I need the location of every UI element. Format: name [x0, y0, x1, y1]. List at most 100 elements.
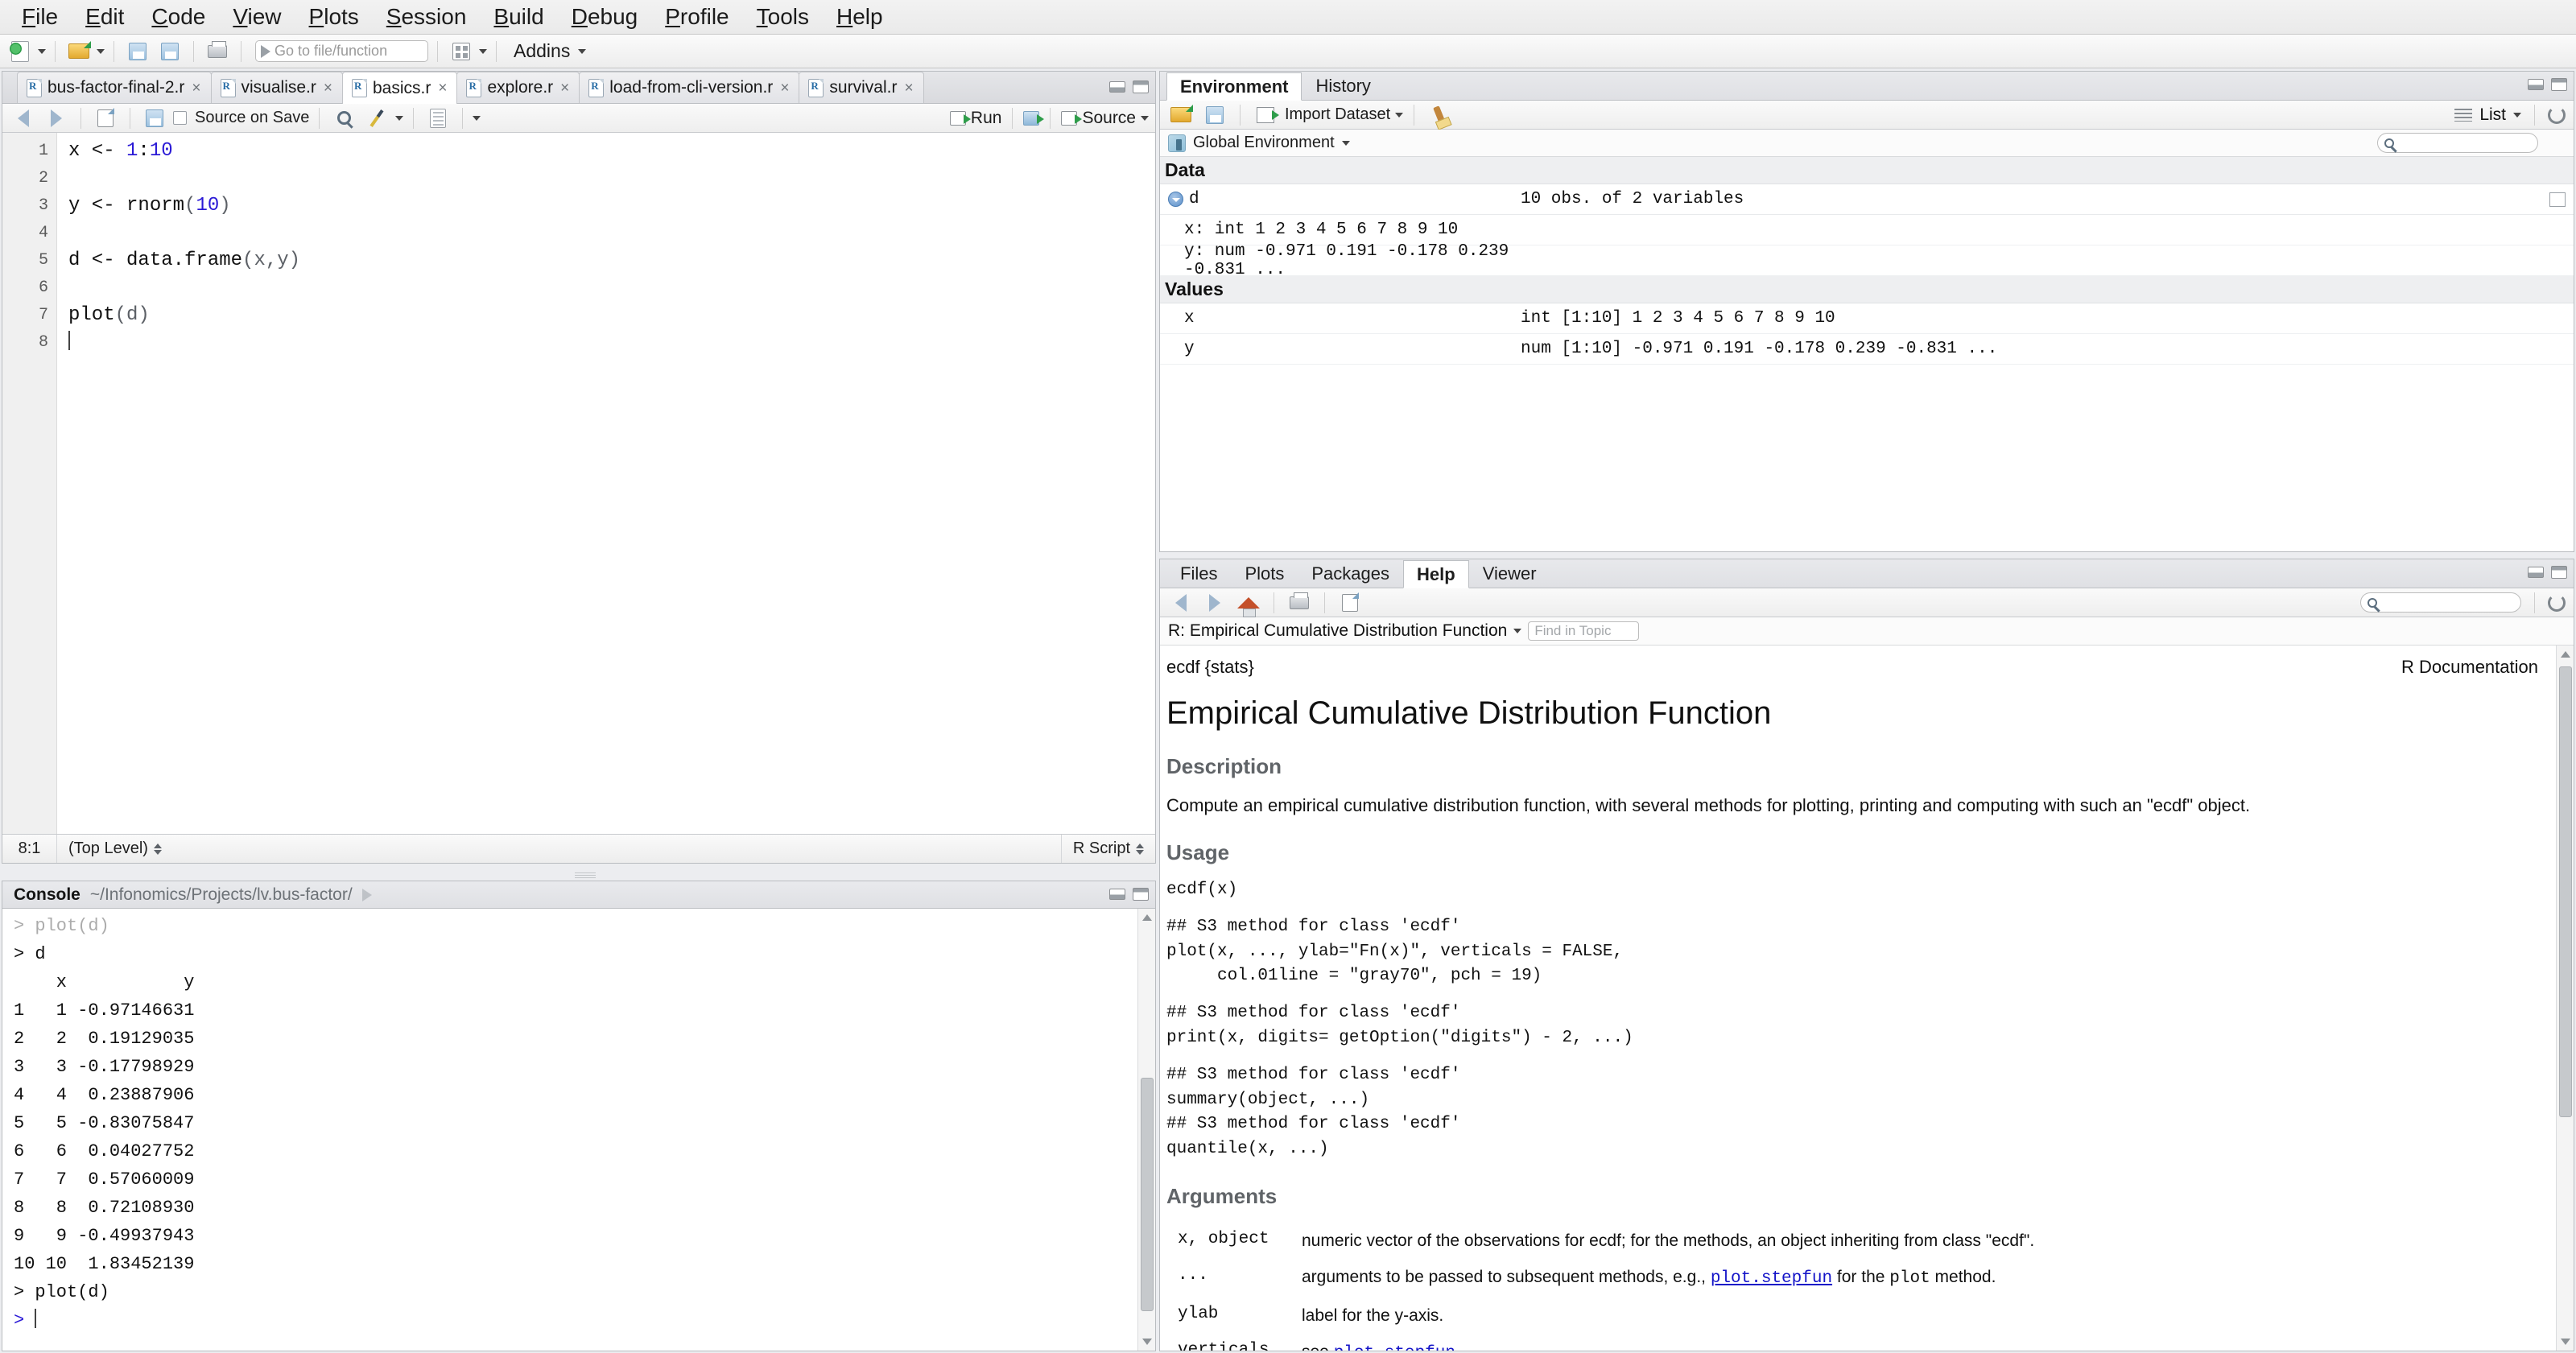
scope-selector[interactable]: (Top Level) — [57, 835, 173, 863]
help-forward-button[interactable] — [1200, 590, 1229, 616]
scope-chevron-down-icon[interactable] — [1341, 140, 1350, 146]
source-button-label[interactable]: Source — [1082, 109, 1136, 128]
menu-item-code[interactable]: Code — [138, 4, 219, 30]
find-in-topic-input[interactable]: Find in Topic — [1528, 621, 1640, 641]
minimize-icon[interactable] — [1109, 81, 1125, 93]
tab-help[interactable]: Help — [1403, 560, 1469, 588]
menu-item-file[interactable]: File — [8, 4, 72, 30]
refresh-icon[interactable] — [2548, 105, 2566, 124]
save-all-button[interactable] — [155, 39, 184, 64]
new-file-button[interactable] — [6, 39, 35, 64]
addins-chevron-down-icon[interactable] — [578, 48, 587, 54]
forward-button[interactable] — [42, 105, 71, 131]
open-chevron-down-icon[interactable] — [97, 48, 105, 54]
source-tab-explore[interactable]: explore.r × — [456, 72, 580, 103]
refresh-icon[interactable] — [2548, 593, 2566, 612]
environment-row[interactable]: y num [1:10] -0.971 0.191 -0.178 0.239 -0… — [1160, 334, 2574, 365]
menu-item-build[interactable]: Build — [480, 4, 557, 30]
tab-plots[interactable]: Plots — [1231, 559, 1298, 588]
tab-history[interactable]: History — [1302, 72, 1384, 100]
workspace-panes-button[interactable] — [447, 39, 476, 64]
run-button-label[interactable]: Run — [971, 109, 1002, 128]
maximize-icon[interactable] — [2551, 566, 2567, 579]
environment-row[interactable]: x: int 1 2 3 4 5 6 7 8 9 10 — [1160, 215, 2574, 245]
close-icon[interactable]: × — [778, 80, 789, 96]
help-back-button[interactable] — [1166, 590, 1195, 616]
list-chevron-down-icon[interactable] — [2513, 112, 2521, 118]
view-dataframe-icon[interactable] — [2549, 192, 2566, 207]
expand-collapse-icon[interactable] — [1168, 192, 1183, 207]
scroll-down-icon[interactable] — [2561, 1339, 2570, 1345]
show-in-new-window-button[interactable] — [91, 105, 120, 131]
tab-environment[interactable]: Environment — [1166, 72, 1302, 101]
source-chevron-down-icon[interactable] — [1141, 115, 1149, 121]
code-tools-button[interactable] — [362, 105, 391, 131]
close-icon[interactable]: × — [902, 80, 913, 96]
compile-report-button[interactable] — [423, 105, 452, 131]
new-file-chevron-down-icon[interactable] — [38, 48, 46, 54]
source-tab-load-from-cli-version[interactable]: load-from-cli-version.r × — [579, 72, 800, 103]
load-workspace-button[interactable] — [1166, 102, 1195, 128]
save-file-button[interactable] — [140, 105, 169, 131]
import-dataset-button[interactable] — [1251, 102, 1280, 128]
tab-packages[interactable]: Packages — [1298, 559, 1403, 588]
open-project-button[interactable] — [64, 39, 93, 64]
environment-scope-label[interactable]: Global Environment — [1193, 134, 1335, 152]
scroll-down-icon[interactable] — [1142, 1339, 1152, 1345]
help-popout-button[interactable] — [1335, 590, 1364, 616]
addins-label[interactable]: Addins — [514, 40, 570, 62]
help-home-button[interactable] — [1234, 590, 1263, 617]
open-in-new-window-icon[interactable] — [361, 888, 372, 901]
menu-item-debug[interactable]: Debug — [558, 4, 652, 30]
file-type-selector[interactable]: R Script — [1060, 835, 1155, 863]
scroll-up-icon[interactable] — [1142, 914, 1152, 921]
source-tab-survival[interactable]: survival.r × — [799, 72, 924, 103]
import-chevron-down-icon[interactable] — [1395, 112, 1404, 118]
menu-item-session[interactable]: Session — [373, 4, 481, 30]
menu-item-plots[interactable]: Plots — [295, 4, 373, 30]
source-tab-visualise[interactable]: visualise.r × — [210, 72, 343, 103]
scrollbar-thumb[interactable] — [2559, 666, 2572, 1117]
console-prompt[interactable]: > — [14, 1306, 1137, 1334]
minimize-icon[interactable] — [2528, 567, 2544, 578]
menu-item-view[interactable]: View — [219, 4, 295, 30]
help-scrollbar[interactable] — [2556, 646, 2574, 1351]
source-on-save-checkbox[interactable] — [173, 111, 187, 125]
source-tab-bus-factor-final-2[interactable]: bus-factor-final-2.r × — [17, 72, 212, 103]
source-tab-basics[interactable]: basics.r × — [341, 72, 458, 104]
close-icon[interactable]: × — [436, 80, 447, 96]
help-print-button[interactable] — [1285, 590, 1314, 616]
help-topic-label[interactable]: R: Empirical Cumulative Distribution Fun… — [1168, 621, 1507, 641]
print-button[interactable] — [203, 39, 232, 64]
close-icon[interactable]: × — [322, 80, 332, 96]
tab-files[interactable]: Files — [1166, 559, 1231, 588]
help-link[interactable]: plot.stepfun — [1334, 1344, 1455, 1351]
console-output[interactable]: > plot(d) > d x y 1 1 -0.97146631 2 2 0.191… — [2, 909, 1137, 1351]
code-lines[interactable]: x <- 1:10 y <- rnorm(10) d <- data.frame… — [57, 133, 1155, 834]
environment-row[interactable]: y: num -0.971 0.191 -0.178 0.239 -0.831 … — [1160, 242, 2574, 279]
close-icon[interactable]: × — [190, 80, 200, 96]
code-tools-chevron-down-icon[interactable] — [395, 115, 404, 121]
scrollbar-thumb[interactable] — [1141, 1078, 1154, 1311]
save-button[interactable] — [123, 39, 152, 64]
scroll-up-icon[interactable] — [2561, 651, 2570, 658]
save-workspace-button[interactable] — [1200, 102, 1229, 128]
clear-objects-button[interactable] — [1425, 102, 1454, 128]
rerun-icon[interactable] — [1023, 110, 1045, 126]
minimize-icon[interactable] — [1109, 889, 1125, 900]
menu-item-edit[interactable]: Edit — [72, 4, 138, 30]
code-editor[interactable]: 1 2 3 4 5 6 7 8 x <- 1:10 y <- rnorm(10)… — [2, 133, 1155, 834]
topic-chevron-down-icon[interactable] — [1513, 629, 1522, 633]
tab-viewer[interactable]: Viewer — [1469, 559, 1550, 588]
import-dataset-label[interactable]: Import Dataset — [1285, 105, 1390, 124]
environment-row[interactable]: d 10 obs. of 2 variables — [1160, 184, 2574, 215]
menu-item-help[interactable]: Help — [823, 4, 897, 30]
list-view-label[interactable]: List — [2479, 105, 2506, 125]
find-replace-button[interactable] — [329, 105, 358, 131]
source-console-splitter[interactable] — [575, 872, 596, 878]
back-button[interactable] — [9, 105, 38, 131]
environment-search-input[interactable] — [2377, 133, 2538, 153]
minimize-icon[interactable] — [2528, 79, 2544, 90]
menu-item-profile[interactable]: Profile — [651, 4, 742, 30]
help-link[interactable]: plot.stepfun — [1711, 1269, 1832, 1288]
